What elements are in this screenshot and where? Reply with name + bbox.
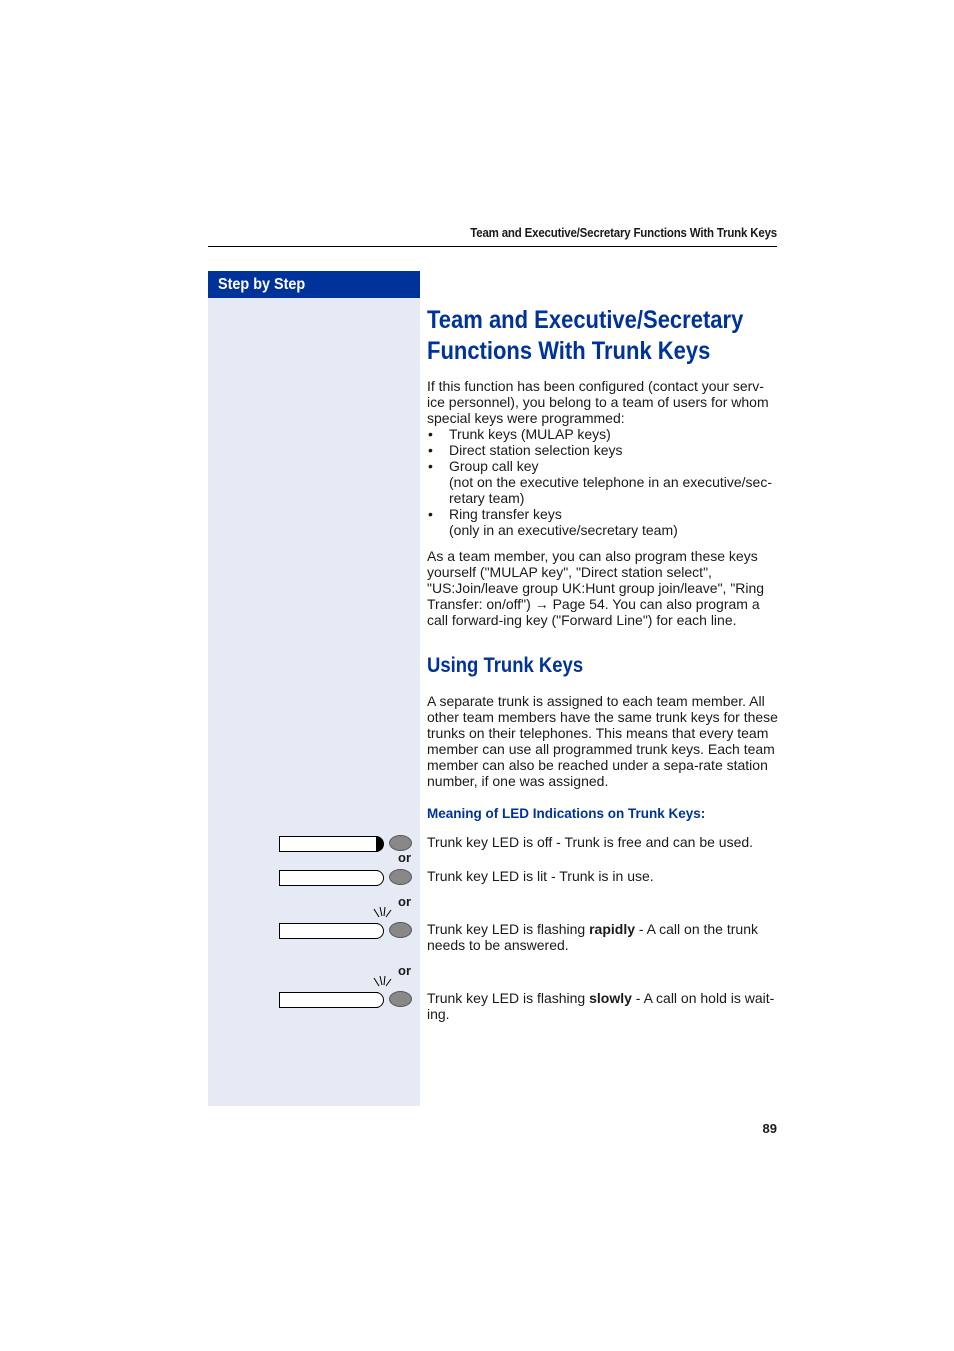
key-label-field <box>279 923 378 939</box>
section1-body: If this function has been configured (co… <box>427 378 779 628</box>
key-button-icon <box>389 835 412 851</box>
section-title-using-trunk-keys: Using Trunk Keys <box>427 654 584 677</box>
list-item: Ring transfer keys(only in an executive/… <box>427 506 779 538</box>
page-title-line2: Functions With Trunk Keys <box>427 337 711 365</box>
trunk-key-led-flashing-rapid-icon <box>279 907 415 941</box>
key-button-icon <box>389 922 412 938</box>
led-off-icon <box>376 836 384 852</box>
or-label: or <box>398 894 411 909</box>
list-item: Group call key(not on the executive tele… <box>427 458 779 506</box>
led-lit-icon <box>376 870 384 886</box>
intro-paragraph: If this function has been configured (co… <box>427 378 769 426</box>
trunk-key-led-off-icon <box>279 834 415 854</box>
led-state-description: Trunk key LED is flashing slowly - A cal… <box>427 990 775 1022</box>
running-header-title: Team and Executive/Secretary Functions W… <box>470 226 777 240</box>
led-flashing-icon <box>376 923 384 939</box>
led-state-description: Trunk key LED is flashing rapidly - A ca… <box>427 921 758 953</box>
key-label-field <box>279 836 378 852</box>
program-keys-paragraph: As a team member, you can also program t… <box>427 548 765 628</box>
special-keys-list: Trunk keys (MULAP keys) Direct station s… <box>427 426 779 538</box>
flashing-rays-icon <box>373 976 392 987</box>
or-label: or <box>398 850 411 865</box>
page-title: Team and Executive/Secretary Functions W… <box>427 305 743 367</box>
step-by-step-tab: Step by Step <box>208 271 420 298</box>
key-button-icon <box>389 869 412 885</box>
list-item: Trunk keys (MULAP keys) <box>427 426 779 442</box>
key-label-field <box>279 992 378 1008</box>
led-flashing-icon <box>376 992 384 1008</box>
key-button-icon <box>389 991 412 1007</box>
led-state-description: Trunk key LED is off - Trunk is free and… <box>427 834 754 850</box>
flashing-rays-icon <box>373 907 392 918</box>
page-title-line1: Team and Executive/Secretary <box>427 306 744 334</box>
sidebar-tab-label: Step by Step <box>218 276 306 293</box>
list-item: Direct station selection keys <box>427 442 779 458</box>
section2-paragraph: A separate trunk is assigned to each tea… <box>427 693 778 789</box>
header-rule <box>208 246 777 247</box>
led-state-description: Trunk key LED is lit - Trunk is in use. <box>427 868 654 884</box>
trunk-key-led-lit-icon <box>279 868 415 888</box>
trunk-key-led-flashing-slow-icon <box>279 976 415 1010</box>
page-number: 89 <box>762 1121 777 1136</box>
arrow-right-icon: → <box>534 596 549 612</box>
led-meaning-subheading: Meaning of LED Indications on Trunk Keys… <box>427 806 706 821</box>
key-label-field <box>279 870 378 886</box>
or-label: or <box>398 963 411 978</box>
